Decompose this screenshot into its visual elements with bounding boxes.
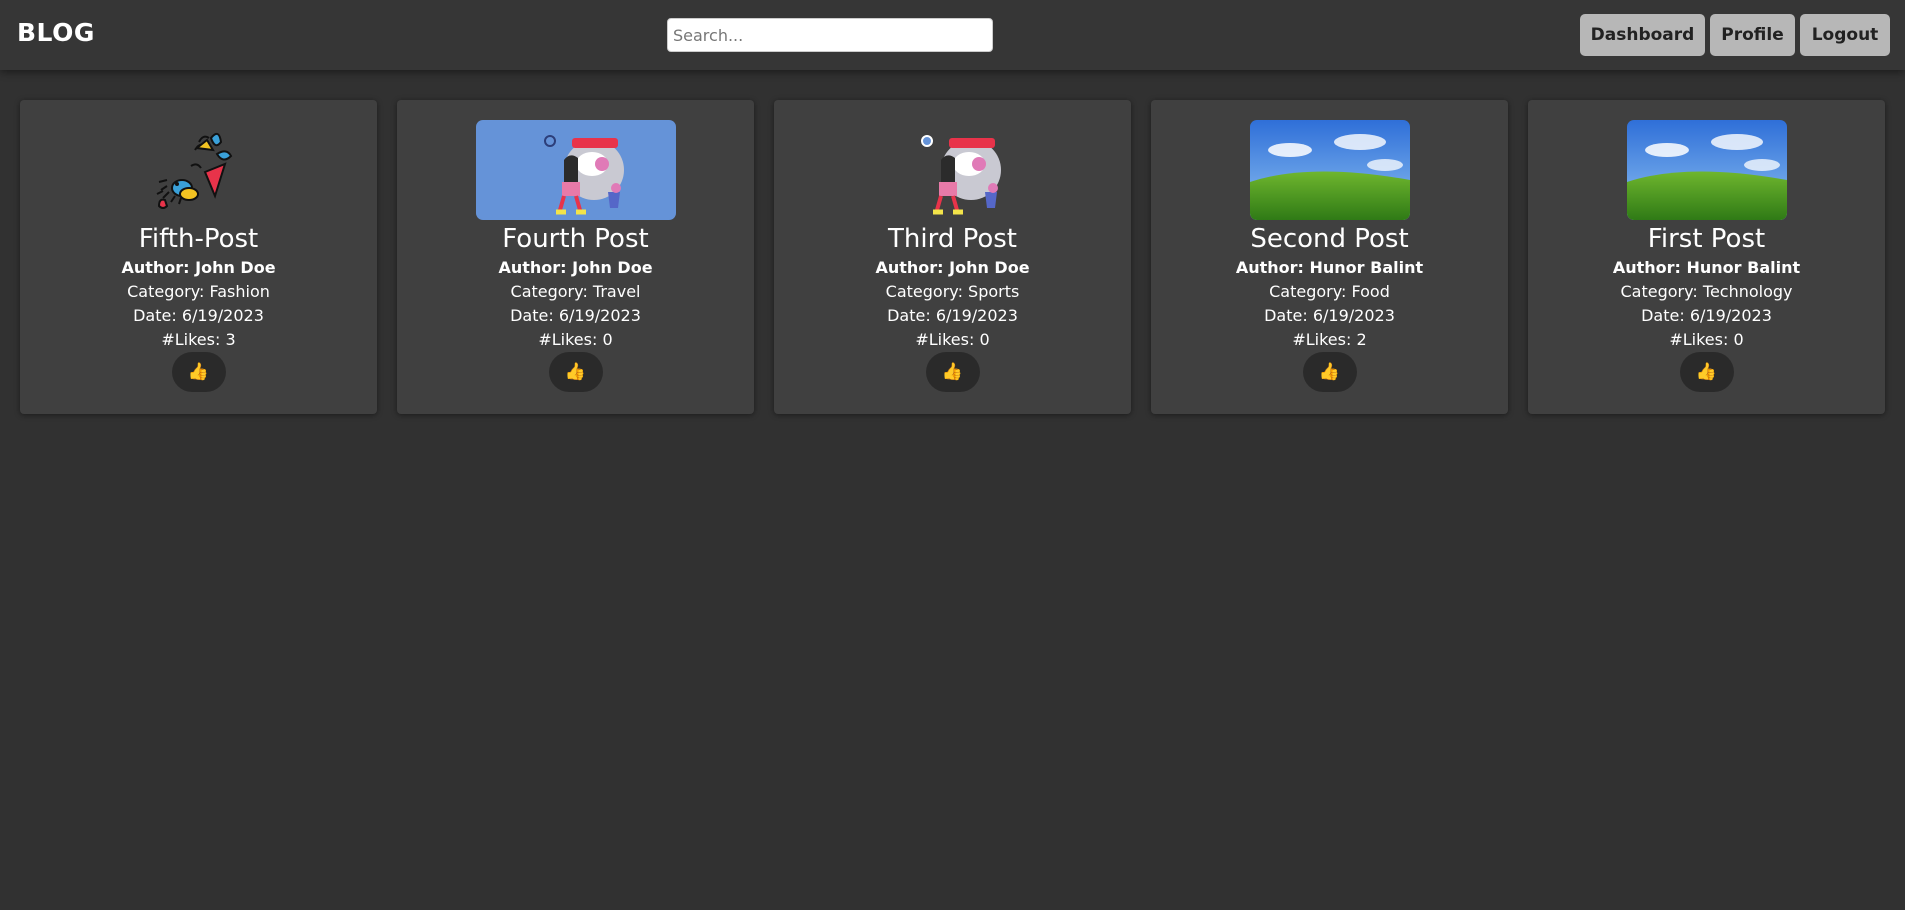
- post-date: Date: 6/19/2023: [510, 306, 641, 325]
- post-title[interactable]: Fifth-Post: [20, 224, 377, 254]
- post-author: Author: John Doe: [875, 258, 1030, 277]
- post-image-landscape: [1626, 120, 1787, 220]
- post-likes: #Likes: 2: [1292, 330, 1367, 349]
- logout-button[interactable]: Logout: [1800, 14, 1890, 56]
- post-date: Date: 6/19/2023: [1264, 306, 1395, 325]
- navbar: BLOG Dashboard Profile Logout: [0, 0, 1905, 70]
- like-button[interactable]: 👍: [548, 352, 603, 392]
- post-category: Category: Fashion: [127, 282, 270, 301]
- like-button[interactable]: 👍: [1679, 352, 1734, 392]
- like-button[interactable]: 👍: [925, 352, 980, 392]
- post-likes: #Likes: 3: [161, 330, 236, 349]
- post-likes: #Likes: 0: [1669, 330, 1744, 349]
- profile-button[interactable]: Profile: [1710, 14, 1795, 56]
- post-title[interactable]: First Post: [1528, 224, 1885, 254]
- dashboard-button[interactable]: Dashboard: [1580, 14, 1705, 56]
- post-image-character-illustration: [852, 120, 1053, 220]
- post-author: Author: Hunor Balint: [1612, 258, 1801, 277]
- post-title[interactable]: Third Post: [774, 224, 1131, 254]
- like-button[interactable]: 👍: [171, 352, 226, 392]
- post-category: Category: Sports: [885, 282, 1020, 301]
- post-image-bird-illustration: [98, 120, 299, 220]
- post-author: Author: John Doe: [498, 258, 653, 277]
- post-card[interactable]: Third Post Author: John Doe Category: Sp…: [774, 100, 1131, 414]
- post-card[interactable]: Fourth Post Author: John Doe Category: T…: [397, 100, 754, 414]
- search-input[interactable]: [667, 18, 993, 52]
- like-button[interactable]: 👍: [1302, 352, 1357, 392]
- post-date: Date: 6/19/2023: [1641, 306, 1772, 325]
- post-likes: #Likes: 0: [915, 330, 990, 349]
- brand-logo[interactable]: BLOG: [17, 18, 95, 47]
- post-image-landscape: [1249, 120, 1410, 220]
- post-category: Category: Technology: [1620, 282, 1793, 301]
- post-category: Category: Food: [1269, 282, 1390, 301]
- post-card[interactable]: Second Post Author: Hunor Balint Categor…: [1151, 100, 1508, 414]
- post-card[interactable]: First Post Author: Hunor Balint Category…: [1528, 100, 1885, 414]
- post-author: Author: John Doe: [121, 258, 276, 277]
- post-card[interactable]: Fifth-Post Author: John Doe Category: Fa…: [20, 100, 377, 414]
- post-title[interactable]: Fourth Post: [397, 224, 754, 254]
- post-image-character-illustration: [475, 120, 676, 220]
- post-title[interactable]: Second Post: [1151, 224, 1508, 254]
- post-likes: #Likes: 0: [538, 330, 613, 349]
- post-author: Author: Hunor Balint: [1235, 258, 1424, 277]
- post-date: Date: 6/19/2023: [887, 306, 1018, 325]
- post-date: Date: 6/19/2023: [133, 306, 264, 325]
- post-category: Category: Travel: [510, 282, 641, 301]
